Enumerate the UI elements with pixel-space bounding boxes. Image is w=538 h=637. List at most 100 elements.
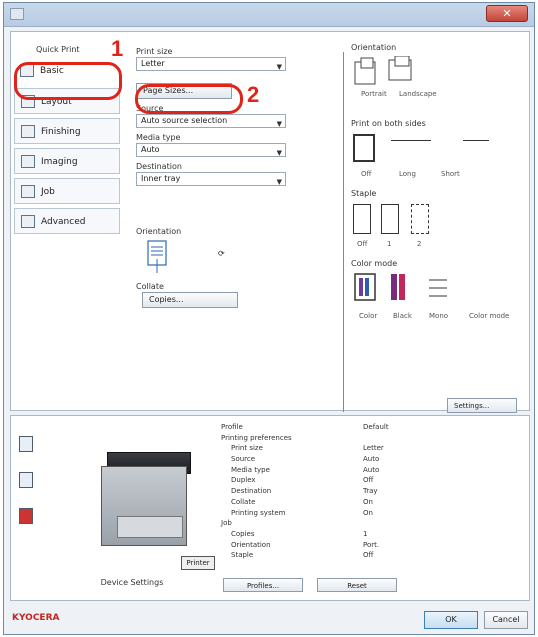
chart-icon[interactable] (19, 472, 33, 488)
orientation-label: Orientation (136, 227, 182, 236)
summary-row: Profile Default (221, 423, 389, 431)
source-select[interactable]: Auto source selection ▼ (136, 114, 286, 128)
chevron-down-icon: ▼ (276, 63, 282, 71)
summary-row: Staple Off (231, 551, 374, 560)
color-opt-0: Color (359, 312, 378, 320)
destination-label: Destination (136, 162, 182, 171)
printer-preview: Printer (47, 424, 217, 574)
media-type-label: Media type (136, 133, 181, 142)
callout-number-1: 1 (111, 36, 124, 61)
color-mode-icons[interactable] (353, 272, 463, 312)
advanced-icon (21, 215, 35, 228)
duplex-short-icon[interactable] (463, 140, 489, 141)
print-preferences-window: ✕ Quick Print Basic Layout Finishing Ima… (3, 2, 535, 635)
duplex-opt-1: Long (399, 170, 416, 178)
chevron-down-icon: ▼ (276, 178, 282, 186)
sidebar-item-imaging[interactable]: Imaging (14, 148, 120, 174)
print-size-select[interactable]: Letter ▼ (136, 57, 286, 71)
duplex-off-icon[interactable] (353, 134, 375, 162)
status-icon[interactable] (19, 508, 33, 524)
staple-off-icon[interactable] (353, 204, 371, 234)
job-icon (21, 185, 35, 198)
callout-basic-highlight (14, 62, 122, 100)
staple-options: Off 1 2 (351, 200, 531, 250)
summary-row: Orientation Port. (231, 540, 380, 549)
sidebar-item-advanced[interactable]: Advanced (14, 208, 120, 234)
staple-two-icon[interactable] (411, 204, 429, 234)
chevron-down-icon: ▼ (276, 149, 282, 157)
portrait-page-icon (147, 240, 167, 273)
media-type-select[interactable]: Auto ▼ (136, 143, 286, 157)
media-type-value: Auto (141, 145, 160, 154)
orientation-group-label: Orientation (351, 43, 397, 52)
staple-opt-1: 1 (387, 240, 392, 248)
device-summary-panel: Printer Device Settings Profile Default P… (10, 415, 530, 601)
sidebar-item-job[interactable]: Job (14, 178, 120, 204)
ok-button[interactable]: OK (424, 611, 478, 629)
color-opt-1: Black (393, 312, 412, 320)
reset-button[interactable]: Reset (317, 578, 397, 592)
source-value: Auto source selection (141, 116, 228, 125)
title-bar: ✕ (4, 3, 534, 27)
print-size-label: Print size (136, 47, 173, 56)
color-options: Color Black Mono Color mode (351, 270, 531, 322)
summary-row: Source Auto (231, 455, 380, 464)
summary-row: Destination Tray (231, 487, 378, 496)
layout-options-column: Orientation Portrait Landscape Print on … (351, 42, 531, 413)
duplex-options: Off Long Short (351, 130, 531, 180)
column-divider (343, 52, 344, 412)
callout-page-sizes-highlight (135, 84, 243, 114)
duplex-opt-2: Short (441, 170, 460, 178)
printer-icon[interactable] (19, 436, 33, 452)
staple-group-label: Staple (351, 189, 377, 198)
device-settings-caption[interactable]: Device Settings (47, 578, 217, 587)
callout-number-2: 2 (247, 82, 260, 107)
summary-row: Printing system On (231, 508, 373, 517)
summary-row: Media type Auto (231, 465, 380, 474)
duplex-opt-0: Off (361, 170, 372, 178)
orientation-opt-0: Portrait (361, 90, 387, 98)
orientation-opt-1: Landscape (399, 90, 437, 98)
settings-panel: Quick Print Basic Layout Finishing Imagi… (10, 31, 531, 413)
orientation-preview: ⟳ (136, 237, 286, 277)
color-group-label: Color mode (351, 259, 398, 268)
duplex-group-label: Print on both sides (351, 119, 426, 128)
orientation-options: Portrait Landscape (351, 54, 531, 100)
profiles-button[interactable]: Profiles... (223, 578, 303, 592)
staple-opt-2: 2 (417, 240, 422, 248)
destination-value: Inner tray (141, 174, 181, 183)
summary-row: Collate On (231, 497, 373, 506)
settings-button[interactable]: Settings... (447, 398, 517, 413)
close-button[interactable]: ✕ (486, 5, 528, 22)
sidebar-item-label: Advanced (41, 217, 86, 227)
destination-select[interactable]: Inner tray ▼ (136, 172, 286, 186)
dialog-footer: KYOCERA OK Cancel (10, 607, 530, 633)
staple-opt-0: Off (357, 240, 368, 248)
kyocera-logo: KYOCERA (12, 613, 60, 623)
settings-summary-list: Profile Default Printing preferences Prin… (221, 422, 521, 561)
sidebar-header[interactable]: Quick Print (14, 42, 120, 58)
summary-buttons: Profiles... Reset (221, 578, 401, 594)
sidebar-item-label: Imaging (41, 157, 78, 167)
summary-row: Printing preferences (221, 433, 292, 442)
duplex-long-icon[interactable] (391, 140, 431, 141)
summary-row: Duplex Off (231, 476, 374, 485)
summary-row: Job (221, 519, 232, 528)
rotate-icon[interactable]: ⟳ (218, 249, 225, 258)
printer-image-tray (117, 516, 183, 538)
sidebar-item-label: Job (41, 187, 55, 197)
printer-preview-tag: Printer (181, 556, 215, 570)
collate-label: Collate (136, 282, 164, 291)
color-opt-2: Mono (429, 312, 449, 320)
chevron-down-icon: ▼ (276, 120, 282, 128)
copies-button[interactable]: Copies... (142, 292, 238, 308)
cancel-button[interactable]: Cancel (484, 611, 528, 629)
sidebar-item-finishing[interactable]: Finishing (14, 118, 120, 144)
print-size-value: Letter (141, 59, 165, 68)
summary-row: Print size Letter (231, 444, 384, 453)
sidebar-item-label: Finishing (41, 127, 81, 137)
staple-one-icon[interactable] (381, 204, 399, 234)
summary-row: Copies 1 (231, 529, 368, 538)
color-mode-extra: Color mode (469, 312, 510, 320)
finishing-icon (21, 125, 35, 138)
